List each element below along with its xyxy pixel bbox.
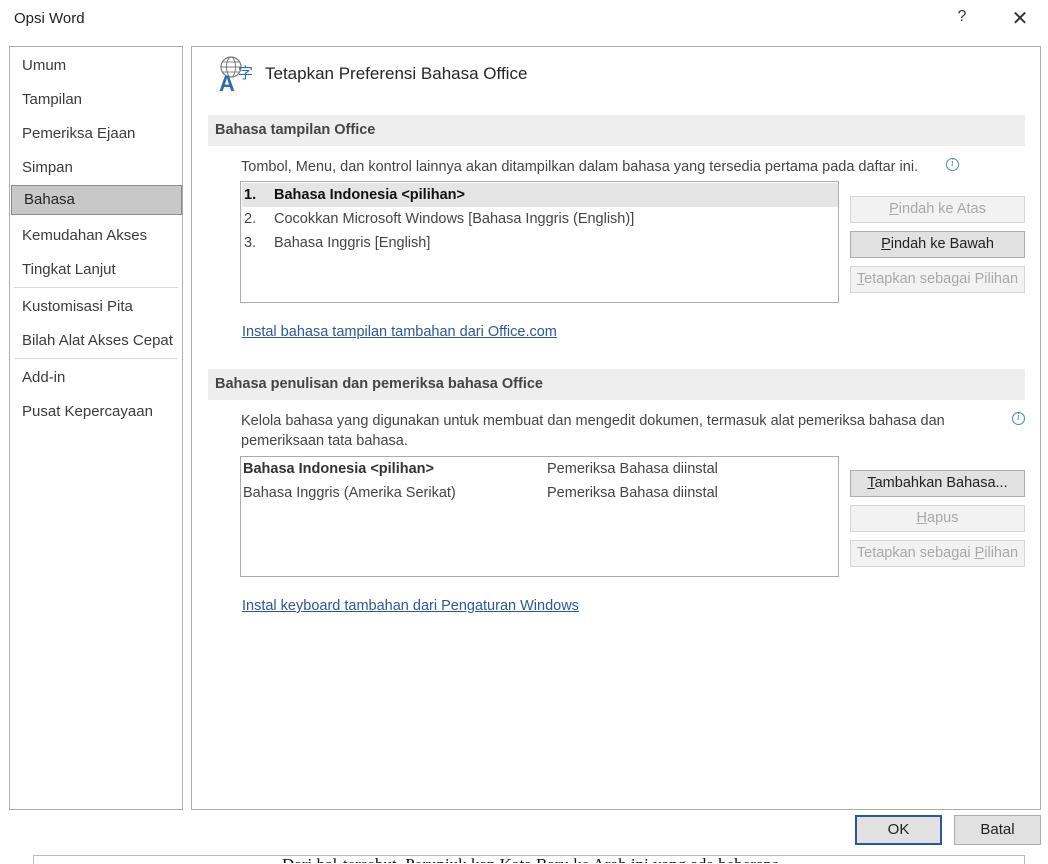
sidebar-item-kustomisasi-pita[interactable]: Kustomisasi Pita (10, 292, 182, 322)
sidebar-item-simpan[interactable]: Simpan (10, 153, 182, 183)
sidebar-item-bahasa[interactable]: Bahasa (11, 185, 182, 215)
section-title: Bahasa tampilan Office (215, 122, 376, 138)
ok-button[interactable]: OK (855, 815, 942, 845)
table-row[interactable]: Bahasa Inggris (Amerika Serikat) Pemerik… (242, 481, 838, 505)
svg-text:字: 字 (238, 64, 253, 82)
add-language-button[interactable]: Tambahkan Bahasa... (850, 470, 1025, 497)
section-header-display-language: Bahasa tampilan Office (208, 115, 1025, 146)
move-up-button[interactable]: Pindah ke Atas (850, 196, 1025, 223)
section-title: Bahasa penulisan dan pemeriksa bahasa Of… (215, 376, 543, 392)
sidebar-divider (14, 287, 178, 288)
sidebar-item-bilah-alat-akses-cepat[interactable]: Bilah Alat Akses Cepat (10, 326, 182, 356)
language-icon: A 字 (219, 56, 253, 94)
info-icon[interactable]: i (946, 158, 959, 171)
authoring-language-list[interactable]: Bahasa Indonesia <pilihan> Pemeriksa Bah… (240, 456, 839, 577)
sidebar-item-tampilan[interactable]: Tampilan (10, 85, 182, 115)
list-item[interactable]: 3. Bahasa Inggris [English] (242, 231, 838, 255)
remove-language-button[interactable]: Hapus (850, 505, 1025, 532)
list-item[interactable]: 1. Bahasa Indonesia <pilihan> (242, 183, 838, 207)
move-down-button[interactable]: Pindah ke Bawah (850, 231, 1025, 258)
cancel-button[interactable]: Batal (954, 815, 1041, 845)
table-row[interactable]: Bahasa Indonesia <pilihan> Pemeriksa Bah… (242, 457, 838, 481)
list-item[interactable]: 2. Cocokkan Microsoft Windows [Bahasa In… (242, 207, 838, 231)
set-preferred-display-button[interactable]: Tetapkan sebagai Pilihan (850, 266, 1025, 293)
sidebar: Umum Tampilan Pemeriksa Ejaan Simpan Bah… (9, 46, 183, 810)
display-language-list[interactable]: 1. Bahasa Indonesia <pilihan> 2. Cocokka… (240, 181, 839, 303)
sidebar-item-tingkat-lanjut[interactable]: Tingkat Lanjut (10, 255, 182, 285)
install-keyboard-link[interactable]: Instal keyboard tambahan dari Pengaturan… (242, 598, 579, 614)
page-title: Tetapkan Preferensi Bahasa Office (265, 64, 528, 83)
sidebar-item-pemeriksa-ejaan[interactable]: Pemeriksa Ejaan (10, 119, 182, 149)
sidebar-item-add-in[interactable]: Add-in (10, 363, 182, 393)
background-document-text: Dari hal-tersebut, Perunjuk kan Kata Bar… (282, 855, 780, 863)
close-icon[interactable]: ✕ (1008, 6, 1032, 31)
authoring-language-description: Kelola bahasa yang digunakan untuk membu… (241, 413, 945, 449)
section-header-authoring-language: Bahasa penulisan dan pemeriksa bahasa Of… (208, 369, 1025, 400)
help-icon[interactable]: ? (952, 8, 972, 26)
set-preferred-authoring-button[interactable]: Tetapkan sebagai Pilihan (850, 540, 1025, 567)
info-icon[interactable]: i (1012, 412, 1025, 425)
display-language-description: Tombol, Menu, dan kontrol lainnya akan d… (241, 159, 919, 175)
sidebar-divider (14, 358, 178, 359)
svg-text:A: A (219, 71, 235, 94)
window-title: Opsi Word (14, 10, 85, 27)
install-display-language-link[interactable]: Instal bahasa tampilan tambahan dari Off… (242, 324, 557, 340)
sidebar-item-kemudahan-akses[interactable]: Kemudahan Akses (10, 221, 182, 251)
sidebar-item-umum[interactable]: Umum (10, 51, 182, 81)
title-bar: Opsi Word ? ✕ (0, 0, 1048, 38)
sidebar-item-pusat-kepercayaan[interactable]: Pusat Kepercayaan (10, 397, 182, 427)
